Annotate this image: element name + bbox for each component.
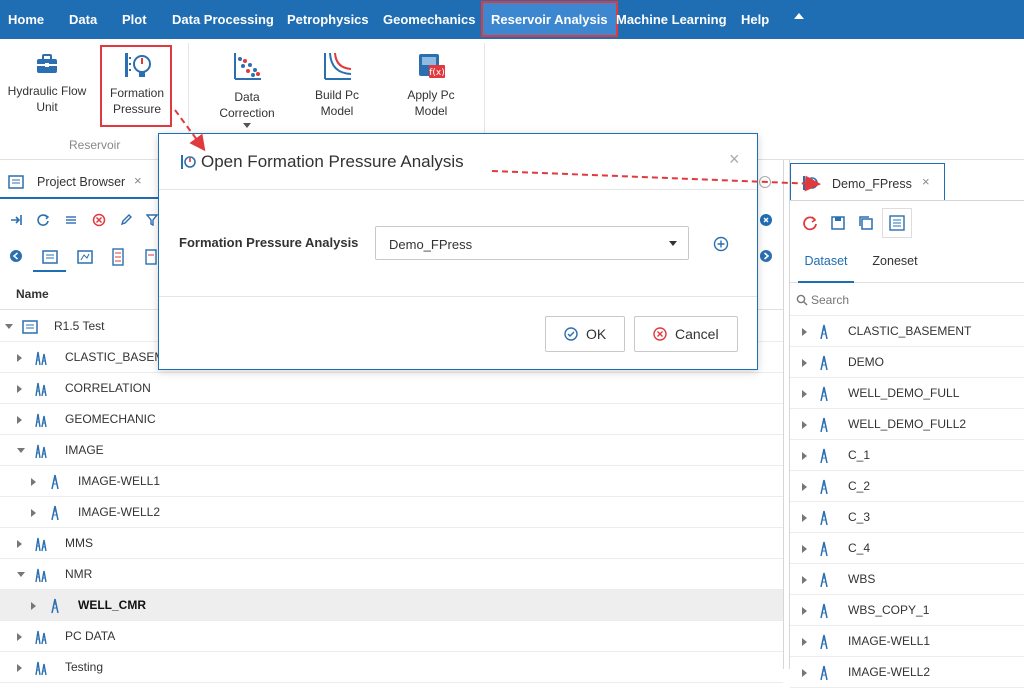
arrow-to-dialog	[174, 109, 206, 152]
annotation-arrows	[174, 109, 821, 192]
arrow-to-tab	[491, 170, 821, 192]
chevron-right-icon[interactable]	[802, 669, 807, 677]
